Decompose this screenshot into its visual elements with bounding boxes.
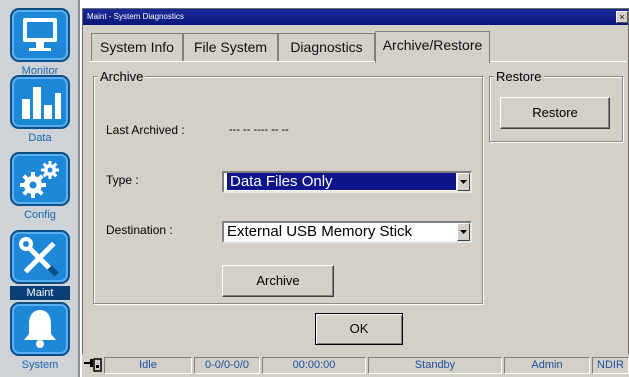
tab-file-system[interactable]: File System <box>183 33 278 61</box>
tab-diagnostics[interactable]: Diagnostics <box>278 33 375 61</box>
last-archived-value: --- -- ---- -- -- <box>229 124 289 136</box>
type-dropdown-button[interactable] <box>457 173 470 191</box>
nav-item-system[interactable]: System <box>10 302 76 372</box>
ok-button[interactable]: OK <box>315 313 403 345</box>
nav-item-monitor[interactable]: Monitor <box>10 8 76 78</box>
status-time: 00:00:00 <box>262 357 366 374</box>
bell-icon <box>24 310 56 348</box>
status-sensor: NDIR <box>592 357 629 374</box>
tab-system-info[interactable]: System Info <box>91 33 183 61</box>
nav-label-system: System <box>21 359 59 371</box>
nav-label-config: Config <box>24 209 56 221</box>
type-value: Data Files Only <box>227 173 456 190</box>
restore-legend: Restore <box>494 69 544 84</box>
monitor-tile[interactable] <box>10 8 70 62</box>
network-plug-icon <box>84 357 102 373</box>
nav-label-maint: Maint <box>10 286 70 300</box>
diagnostics-window: Maint - System Diagnostics × System Info… <box>82 8 629 376</box>
nav-label-data: Data <box>28 132 52 144</box>
type-dropdown[interactable]: Data Files Only <box>222 171 472 193</box>
config-tile[interactable] <box>10 152 70 206</box>
system-tile[interactable] <box>10 302 70 356</box>
maint-tile[interactable] <box>10 230 70 284</box>
tab-archive-restore[interactable]: Archive/Restore <box>375 31 490 63</box>
close-button[interactable]: × <box>616 11 628 23</box>
status-counter: 0-0/0-0/0 <box>194 357 260 374</box>
nav-item-config[interactable]: Config <box>10 152 76 222</box>
chevron-down-icon <box>460 180 467 184</box>
status-mode: Standby <box>368 357 502 374</box>
status-user: Admin <box>504 357 590 374</box>
bar-chart-icon <box>22 87 61 119</box>
restore-button[interactable]: Restore <box>500 97 610 129</box>
destination-value: External USB Memory Stick <box>227 223 413 240</box>
nav-item-data[interactable]: Data <box>10 75 76 145</box>
status-state: Idle <box>104 357 192 374</box>
type-label: Type : <box>106 173 139 187</box>
monitor-icon <box>23 18 57 51</box>
archive-group: Archive Last Archived : --- -- ---- -- -… <box>93 69 483 304</box>
last-archived-label: Last Archived : <box>106 123 185 137</box>
chevron-down-icon <box>460 230 467 234</box>
side-nav: Monitor Data Config Maint System <box>0 0 80 377</box>
archive-button[interactable]: Archive <box>222 265 334 297</box>
destination-dropdown[interactable]: External USB Memory Stick <box>222 221 472 243</box>
data-tile[interactable] <box>10 75 70 129</box>
restore-group: Restore Restore <box>489 69 623 142</box>
destination-label: Destination : <box>106 223 173 237</box>
window-title-bar: Maint - System Diagnostics × <box>83 9 628 25</box>
archive-restore-page: Archive Last Archived : --- -- ---- -- -… <box>89 61 626 347</box>
window-title: Maint - System Diagnostics <box>87 12 184 21</box>
archive-legend: Archive <box>98 69 146 84</box>
destination-dropdown-button[interactable] <box>457 223 470 241</box>
nav-item-maint[interactable]: Maint <box>10 230 76 300</box>
status-bar: Idle 0-0/0-0/0 00:00:00 Standby Admin ND… <box>82 354 629 377</box>
wrench-screwdriver-icon <box>19 237 59 277</box>
gears-icon <box>20 161 59 198</box>
